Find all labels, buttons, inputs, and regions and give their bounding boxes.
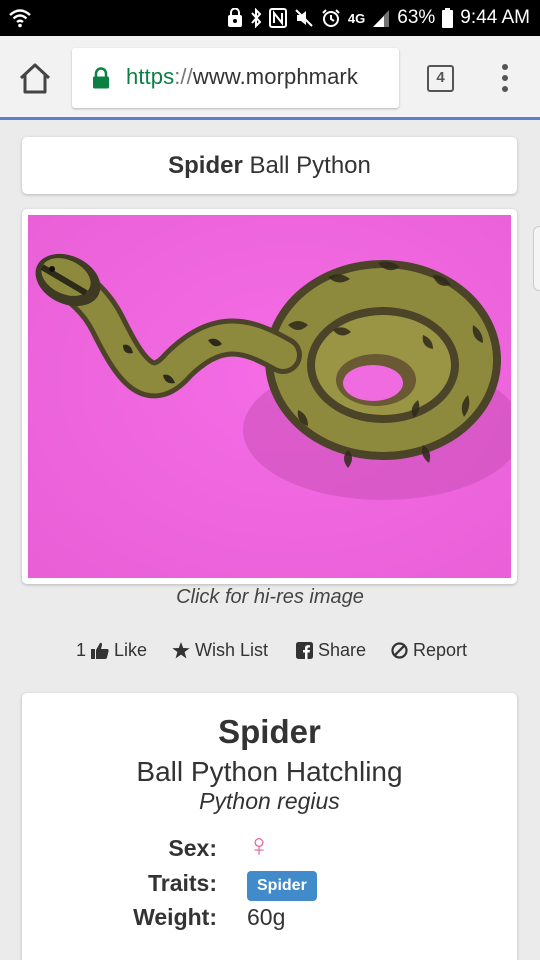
like-count: 1	[76, 640, 87, 660]
browser-toolbar: https://www.morphmark 4	[0, 36, 540, 120]
url-scheme: https	[126, 64, 175, 89]
female-icon: ♀	[247, 827, 271, 863]
report-button[interactable]: Report	[391, 640, 467, 661]
clock: 9:44 AM	[460, 7, 530, 28]
species-name: Ball Python Hatchling	[136, 756, 403, 787]
weight-value: 60g	[247, 904, 286, 930]
traits-label: Traits:	[147, 870, 217, 896]
battery-icon	[442, 8, 454, 28]
wish-list-button[interactable]: Wish List	[172, 640, 268, 661]
url-bar[interactable]: https://www.morphmark	[72, 48, 399, 108]
ban-icon	[391, 642, 408, 659]
like-button[interactable]: 1 Like	[76, 640, 147, 661]
home-icon[interactable]	[16, 60, 54, 96]
share-button[interactable]: Share	[296, 640, 366, 661]
status-bar: 4G 63% 9:44 AM	[0, 0, 540, 36]
listing-image-card[interactable]	[22, 209, 517, 584]
url-host: www.morphmark	[192, 64, 358, 89]
side-drawer-handle[interactable]	[533, 226, 540, 291]
lock-screen-icon	[227, 8, 242, 27]
sex-label: Sex:	[168, 835, 217, 861]
report-label: Report	[413, 640, 468, 660]
listing-actions: 1 Like Wish List Share Report	[0, 640, 540, 666]
trait-badge-spider[interactable]: Spider	[247, 871, 317, 901]
alarm-icon	[322, 9, 340, 27]
battery-percentage: 63%	[397, 7, 436, 28]
listing-title-species: Ball Python	[242, 152, 371, 179]
listing-title-morph: Spider	[168, 152, 243, 179]
hi-res-caption[interactable]: Click for hi-res image	[0, 586, 540, 609]
weight-label: Weight:	[133, 904, 217, 930]
nfc-icon	[268, 8, 287, 28]
overflow-menu-icon[interactable]	[499, 64, 511, 94]
bluetooth-icon	[251, 8, 262, 28]
star-icon	[172, 642, 190, 659]
latin-name: Python regius	[199, 788, 340, 814]
morph-name: Spider	[218, 713, 321, 750]
listing-details-card: Spider Ball Python Hatchling Python regi…	[22, 693, 517, 960]
network-type: 4G	[347, 10, 366, 26]
signal-icon	[373, 10, 390, 27]
listing-title-card: Spider Ball Python	[22, 137, 517, 194]
thumbs-up-icon	[91, 642, 109, 659]
share-label: Share	[318, 640, 367, 660]
mute-icon	[295, 9, 313, 27]
tab-switcher-button[interactable]: 4	[427, 65, 454, 92]
url-text[interactable]: https://www.morphmark	[126, 64, 358, 90]
snake-photo[interactable]	[28, 215, 511, 578]
secure-lock-icon	[93, 67, 109, 89]
wifi-icon	[9, 9, 31, 28]
url-separator: ://	[174, 64, 193, 89]
like-label: Like	[114, 640, 148, 660]
wish-list-label: Wish List	[195, 640, 269, 660]
page-content: Spider Ball Python Click for hi-res imag…	[0, 120, 540, 960]
facebook-icon	[296, 642, 313, 659]
